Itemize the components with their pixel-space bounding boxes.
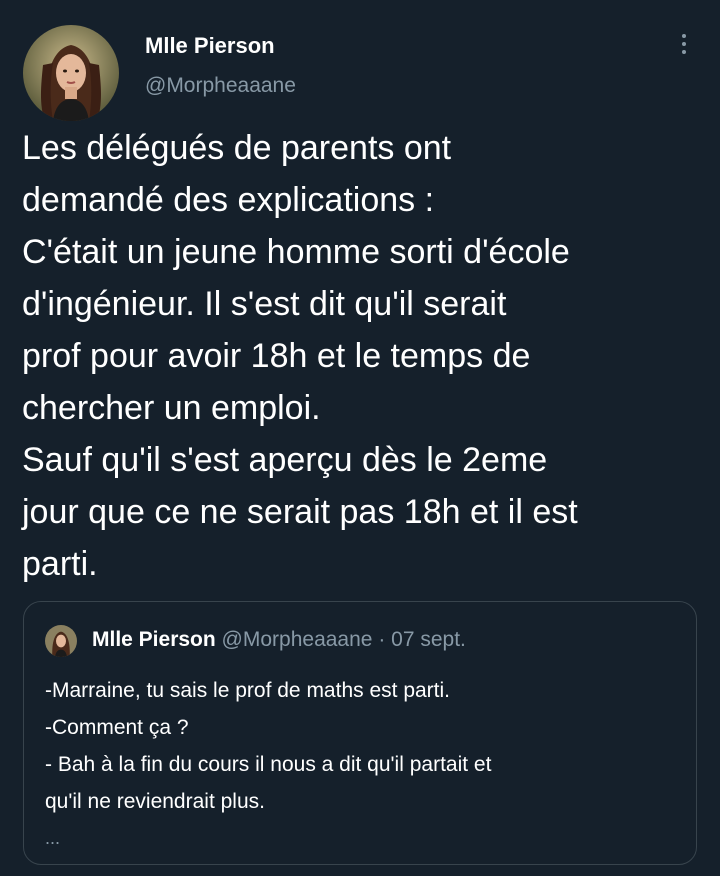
tweet-text: Les délégués de parents ont demandé des … <box>22 122 702 590</box>
quoted-header: Mlle Pierson @Morpheaaane · 07 sept. <box>92 628 466 652</box>
author-handle[interactable]: @Morpheaaane <box>145 74 296 98</box>
quoted-line: -Marraine, tu sais le prof de maths est … <box>45 679 450 702</box>
quoted-tweet[interactable]: Mlle Pierson @Morpheaaane · 07 sept. -Ma… <box>23 601 697 865</box>
author-name[interactable]: Mlle Pierson <box>145 33 275 59</box>
quoted-line: - Bah à la fin du cours il nous a dit qu… <box>45 753 492 776</box>
quoted-line: -Comment ça ? <box>45 716 189 739</box>
tweet-line: C'était un jeune homme sorti d'école <box>22 233 570 271</box>
tweet: Mlle Pierson @Morpheaaane Les délégués d… <box>0 0 720 876</box>
tweet-line: Sauf qu'il s'est aperçu dès le 2eme <box>22 441 548 479</box>
tweet-line: jour que ce ne serait pas 18h et il est <box>22 493 578 531</box>
more-vertical-icon[interactable] <box>676 34 692 62</box>
tweet-line: d'ingénieur. Il s'est dit qu'il serait <box>22 285 507 323</box>
quoted-text: -Marraine, tu sais le prof de maths est … <box>45 672 491 857</box>
tweet-line: demandé des explications : <box>22 181 435 219</box>
quoted-author-handle: @Morpheaaane <box>221 628 373 651</box>
tweet-line: parti. <box>22 545 98 583</box>
tweet-line: prof pour avoir 18h et le temps de <box>22 337 531 375</box>
avatar[interactable] <box>23 25 119 121</box>
quoted-date: 07 sept. <box>391 628 466 651</box>
tweet-line: Les délégués de parents ont <box>22 129 452 167</box>
quoted-author-name: Mlle Pierson <box>92 628 216 651</box>
quoted-ellipsis: ... <box>45 828 61 848</box>
quoted-line: qu'il ne reviendrait plus. <box>45 790 265 813</box>
quoted-avatar <box>45 625 77 657</box>
separator-dot: · <box>378 628 386 651</box>
tweet-line: chercher un emploi. <box>22 389 321 427</box>
